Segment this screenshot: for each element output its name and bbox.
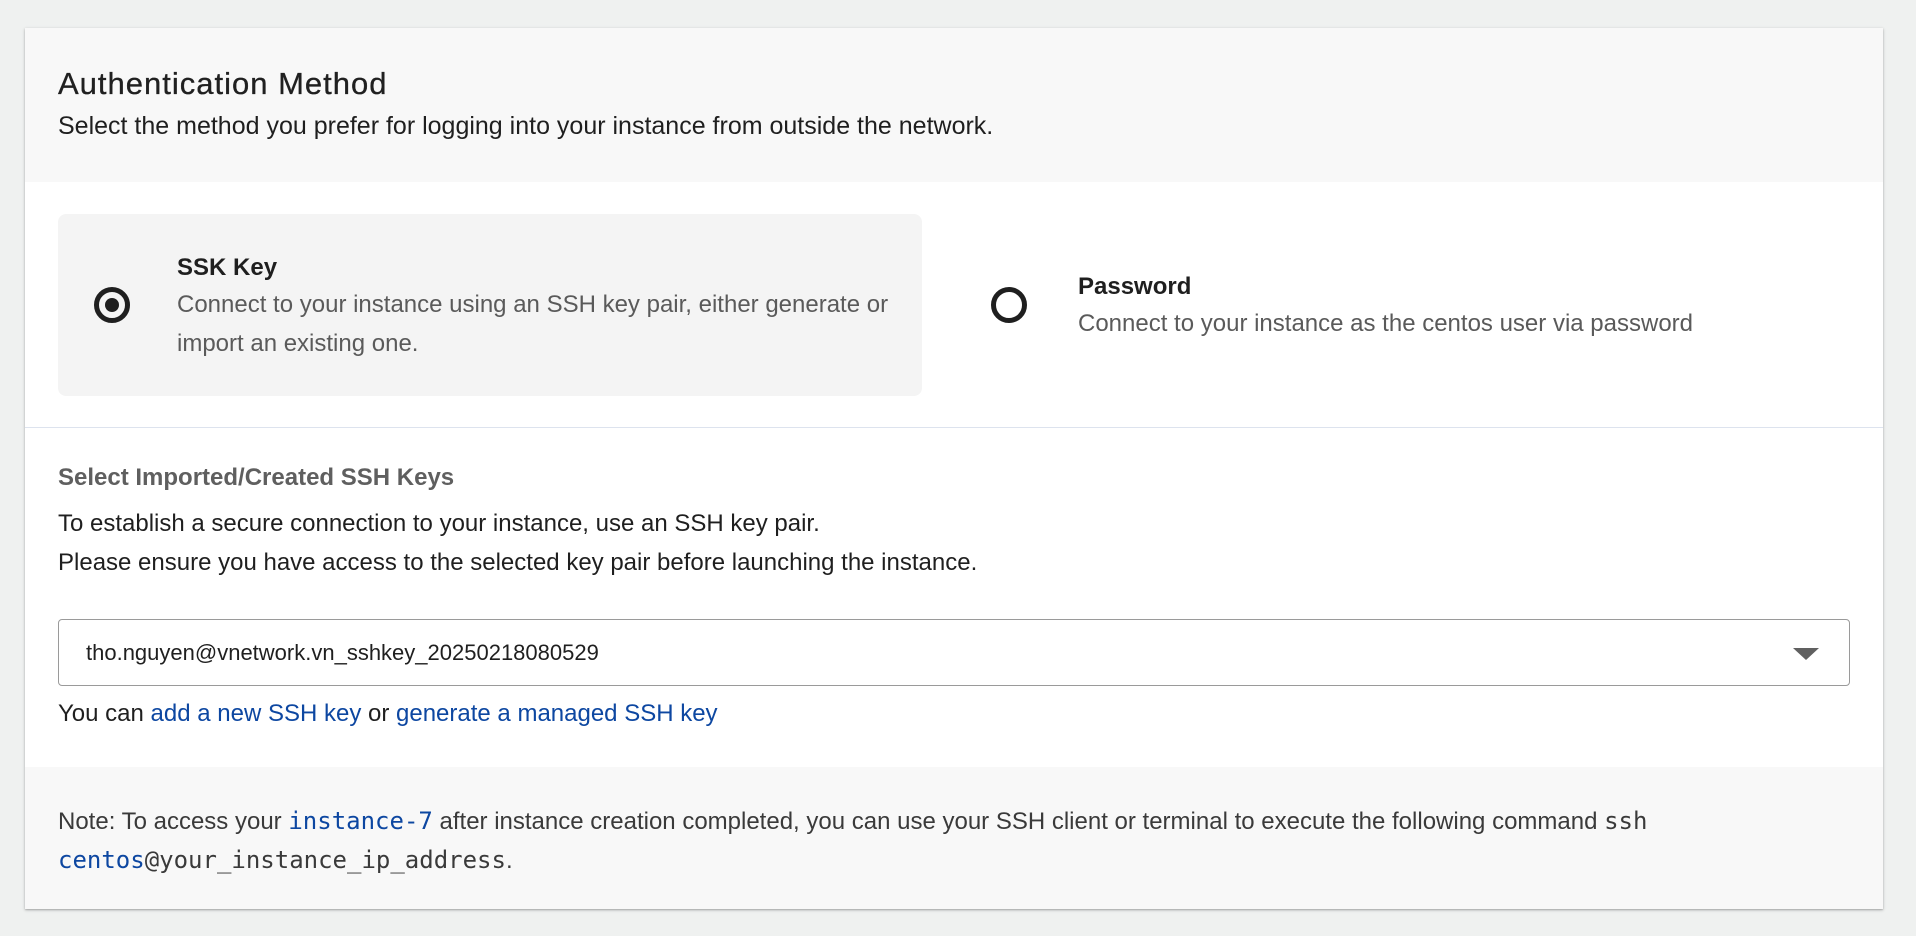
command-user: centos [58,846,145,874]
ssh-key-option[interactable]: SSK Key Connect to your instance using a… [58,214,922,396]
links-or-text: or [361,700,397,727]
ssh-key-option-description: Connect to your instance using an SSH ke… [177,291,889,357]
note-panel: Note: To access your instance-7 after in… [25,767,1883,909]
note-suffix: . [505,847,513,874]
ssh-keys-desc-line1: To establish a secure connection to your… [58,510,820,537]
page-title: Authentication Method [58,66,388,101]
radio-unchecked-icon[interactable] [991,287,1027,323]
note-text: Note: To access your instance-7 after in… [58,802,1858,880]
radio-checked-icon[interactable] [94,287,130,323]
generate-ssh-key-link[interactable]: generate a managed SSH key [396,700,718,727]
password-option-title: Password [1078,273,1192,300]
ssh-keys-desc-line2: Please ensure you have access to the sel… [58,549,978,576]
ssh-keys-section-description: To establish a secure connection to your… [58,504,977,582]
command-ssh: ssh [1604,807,1648,835]
auth-header: Authentication Method Select the method … [25,28,1883,182]
add-ssh-key-link[interactable]: add a new SSH key [151,700,362,727]
command-host: @your_instance_ip_address [144,846,506,874]
ssh-keys-section-title: Select Imported/Created SSH Keys [58,464,455,491]
page-subtitle: Select the method you prefer for logging… [58,112,994,140]
ssh-key-select-value: tho.nguyen@vnetwork.vn_sshkey_2025021808… [86,640,599,665]
section-divider [25,427,1883,428]
note-middle: after instance creation completed, you c… [432,808,1605,835]
ssh-key-links: You can add a new SSH key or generate a … [58,700,718,728]
instance-name: instance-7 [288,807,433,835]
radio-dot [105,298,119,312]
ssh-key-select[interactable]: tho.nguyen@vnetwork.vn_sshkey_2025021808… [58,619,1850,686]
links-prefix: You can [58,700,151,727]
chevron-down-icon[interactable] [1793,648,1819,660]
password-option-description: Connect to your instance as the centos u… [1078,310,1693,337]
note-prefix: Note: To access your [58,808,289,835]
password-option[interactable]: Password Connect to your instance as the… [955,214,1855,396]
authentication-card: Authentication Method Select the method … [25,28,1883,909]
ssh-key-option-title: SSK Key [177,254,278,281]
